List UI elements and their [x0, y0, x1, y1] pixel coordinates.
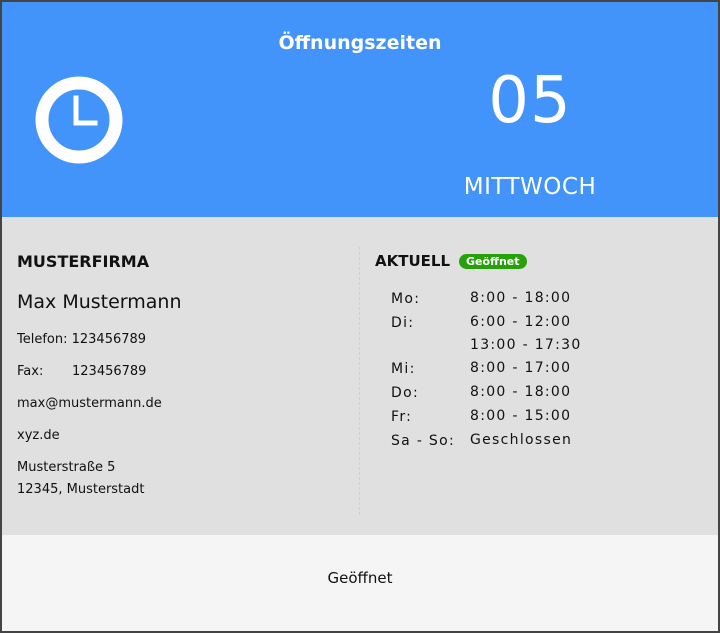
email-link[interactable]: max@mustermann.de [17, 396, 162, 411]
hours-day: Sa - So: [391, 433, 455, 449]
hours-time: 8:00 - 18:00 [470, 290, 572, 306]
hours-time: Geschlossen [470, 432, 573, 448]
address-street: Musterstraße 5 [17, 460, 116, 475]
header: Öffnungszeiten 05 MITTWOCH [2, 2, 718, 217]
contact-person: Max Mustermann [17, 291, 182, 313]
footer-status: Geöffnet [327, 569, 393, 587]
hours-time: 8:00 - 17:00 [470, 360, 572, 376]
company-name: MUSTERFIRMA [17, 252, 150, 271]
column-divider [359, 247, 360, 515]
opening-hours-widget: Öffnungszeiten 05 MITTWOCH MUSTERFIRMA M… [0, 0, 720, 633]
content-area: MUSTERFIRMA Max Mustermann Telefon: 1234… [2, 217, 718, 535]
hours-day: Fr: [391, 409, 413, 425]
hours-time: 6:00 - 12:00 [470, 314, 572, 330]
hours-row-do: Do: 8:00 - 18:00 [391, 381, 582, 405]
current-status-label: AKTUELL [375, 252, 451, 270]
phone-number[interactable]: Telefon: 123456789 [17, 332, 146, 347]
hours-day: Mo: [391, 291, 421, 307]
day-number: 05 [488, 64, 572, 138]
opening-hours-list: Mo: 8:00 - 18:00 Di: 6:00 - 12:00 13:00 … [391, 287, 582, 453]
hours-day: Di: [391, 315, 415, 331]
hours-row-mi: Mi: 8:00 - 17:00 [391, 357, 582, 381]
hours-row-fr: Fr: 8:00 - 15:00 [391, 405, 582, 429]
day-name: MITTWOCH [463, 174, 597, 200]
footer: Geöffnet [2, 535, 718, 631]
fax-line: Fax: 123456789 [17, 364, 146, 379]
hours-row-sa-so: Sa - So: Geschlossen [391, 429, 582, 453]
hours-time: 8:00 - 18:00 [470, 384, 572, 400]
hours-time: 13:00 - 17:30 [470, 337, 582, 353]
clock-icon [35, 76, 123, 164]
fax-number: 123456789 [72, 364, 147, 379]
widget-title: Öffnungszeiten [278, 32, 442, 54]
hours-row-di: Di: 6:00 - 12:00 13:00 - 17:30 [391, 311, 582, 357]
website-link[interactable]: xyz.de [17, 428, 60, 443]
hours-time: 8:00 - 15:00 [470, 408, 572, 424]
hours-day: Do: [391, 385, 419, 401]
hours-row-mo: Mo: 8:00 - 18:00 [391, 287, 582, 311]
status-badge: Geöffnet [459, 254, 527, 269]
address-city: 12345, Musterstadt [17, 482, 145, 497]
fax-label: Fax: [17, 364, 44, 379]
hours-day: Mi: [391, 361, 416, 377]
